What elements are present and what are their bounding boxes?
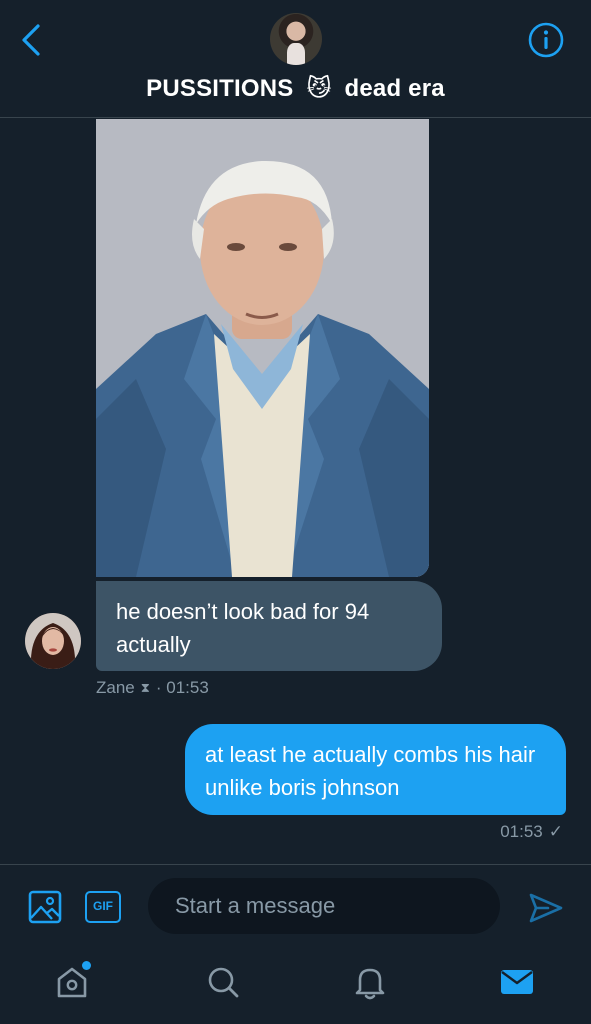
incoming-message-meta: Zane ⧗ · 01:53 xyxy=(96,678,209,698)
shared-photo[interactable] xyxy=(96,119,429,577)
info-circle-icon xyxy=(528,22,564,58)
incoming-message-bubble[interactable]: he doesn’t look bad for 94 actually xyxy=(96,581,442,671)
portrait-image xyxy=(96,119,429,577)
info-button[interactable] xyxy=(526,20,566,60)
message-time: 01:53 xyxy=(500,822,543,841)
conversation-title-suffix: dead era xyxy=(344,75,445,102)
add-media-button[interactable] xyxy=(27,889,63,925)
message-time: · 01:53 xyxy=(155,678,209,697)
dm-conversation-screen: PUSSITIONS 😼 dead era he doesn’t look ba… xyxy=(0,0,591,1024)
avatar-image xyxy=(25,613,81,669)
image-icon xyxy=(28,890,62,924)
checkmark-icon: ✓ xyxy=(548,822,563,841)
conversation-title-text: PUSSITIONS xyxy=(146,75,294,102)
notifications-icon xyxy=(355,968,385,1000)
message-input[interactable] xyxy=(148,878,500,934)
outgoing-message-meta: 01:53 ✓ xyxy=(500,822,563,842)
conversation-header: PUSSITIONS 😼 dead era xyxy=(0,0,591,118)
outgoing-message-bubble[interactable]: at least he actually combs his hair unli… xyxy=(185,724,566,815)
bottom-tab-bar xyxy=(0,946,591,1024)
hourglass-icon: ⧗ xyxy=(140,680,150,695)
send-button[interactable] xyxy=(528,891,564,925)
message-text: at least he actually combs his hair unli… xyxy=(205,742,536,800)
sender-name: Zane xyxy=(96,678,135,697)
unread-dot xyxy=(82,961,91,970)
search-icon xyxy=(208,967,239,998)
chevron-left-icon xyxy=(22,24,40,56)
send-icon xyxy=(529,893,563,923)
gif-button[interactable]: GIF xyxy=(85,891,121,923)
group-avatar[interactable] xyxy=(270,13,322,65)
message-composer: GIF xyxy=(0,864,591,946)
conversation-title[interactable]: PUSSITIONS 😼 dead era xyxy=(0,74,591,103)
sender-avatar[interactable] xyxy=(25,613,81,669)
tab-messages[interactable] xyxy=(497,962,537,1002)
message-text: he doesn’t look bad for 94 actually xyxy=(116,599,370,657)
tab-search[interactable] xyxy=(203,962,243,1002)
tab-notifications[interactable] xyxy=(350,962,390,1002)
back-button[interactable] xyxy=(14,20,50,60)
cat-face-emoji: 😼 xyxy=(306,75,332,102)
messages-icon xyxy=(501,970,533,994)
